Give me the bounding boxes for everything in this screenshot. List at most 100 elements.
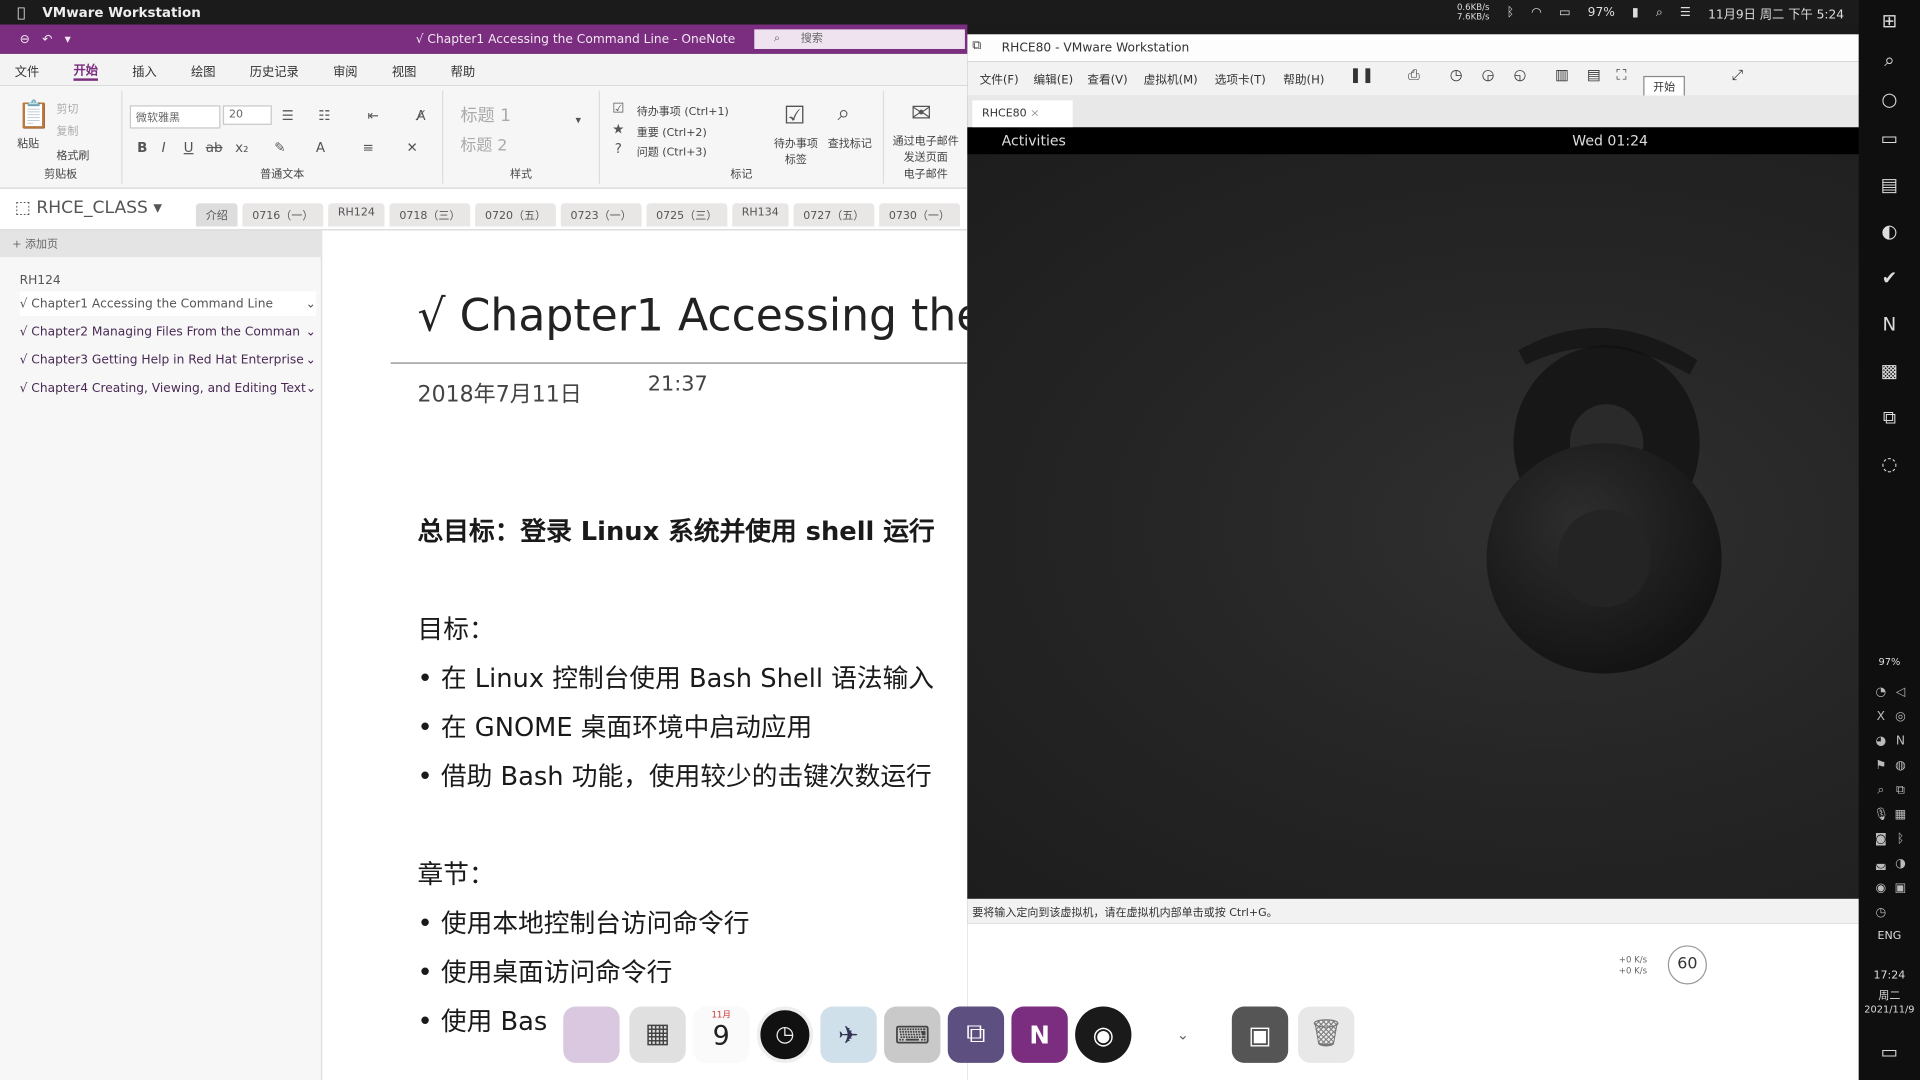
highlight-icon[interactable]: ✎	[274, 140, 285, 156]
note-line[interactable]: • 使用 Bas	[418, 1002, 548, 1039]
guest-desktop[interactable]	[967, 154, 1859, 899]
page-item[interactable]: √ Chapter4 Creating, Viewing, and Editin…	[20, 376, 316, 400]
strikethrough-button[interactable]: ab	[206, 140, 223, 156]
restore-snapshot-icon[interactable]: ◶	[1482, 66, 1495, 83]
x-icon[interactable]: X	[1873, 710, 1888, 725]
chevron-down-icon[interactable]: ⌄	[306, 353, 316, 366]
section-tab[interactable]: 0730（一）	[879, 203, 960, 227]
search-tray-icon[interactable]: ⌕	[1873, 784, 1888, 799]
vmware-taskbar-icon[interactable]: ⧉	[1877, 407, 1901, 431]
apple-icon[interactable]: 	[17, 4, 25, 20]
copy-button[interactable]: 复制	[56, 122, 78, 138]
battery-icon[interactable]: ▮	[1632, 6, 1639, 19]
paste-icon[interactable]: 📋	[17, 100, 51, 131]
stretch-icon[interactable]: ⤢	[1731, 66, 1743, 84]
onenote-taskbar-icon[interactable]: N	[1877, 313, 1901, 337]
font-name-select[interactable]: 微软雅黑	[129, 105, 221, 129]
bluetooth-icon[interactable]: ᛒ	[1507, 6, 1514, 19]
page-item[interactable]: √ Chapter1 Accessing the Command Line ⌄	[19, 291, 316, 316]
styles-scroll-icon[interactable]: ▾	[576, 115, 582, 127]
page-title[interactable]: √ Chapter1 Accessing the	[418, 291, 968, 341]
undo-icon[interactable]: ↶	[42, 32, 52, 45]
section-tab[interactable]: 0718（三）	[389, 203, 471, 227]
wechat-icon[interactable]: ◕	[1873, 735, 1888, 750]
vmware-dock-icon[interactable]: ⧉	[947, 1006, 1005, 1063]
tray-icon[interactable]: ◎	[1893, 710, 1908, 725]
thumbnail-view-icon[interactable]: ▤	[1587, 66, 1601, 83]
onenote-tray-icon[interactable]: N	[1893, 735, 1908, 750]
menu-vm[interactable]: 虚拟机(M)	[1144, 70, 1198, 86]
launchpad-icon[interactable]: ▦	[629, 1006, 686, 1063]
send-ctrl-alt-del-icon[interactable]: ⎙	[1408, 66, 1420, 84]
note-line[interactable]: • 在 GNOME 桌面环境中启动应用	[418, 708, 813, 745]
finder-icon[interactable]	[563, 1006, 620, 1063]
active-app-name[interactable]: VMware Workstation	[42, 4, 201, 20]
copy-tray-icon[interactable]: ⧉	[1893, 784, 1908, 799]
app-icon[interactable]: ▩	[1877, 360, 1901, 384]
page-item[interactable]: √ Chapter2 Managing Files From the Comma…	[20, 320, 316, 344]
cortana-icon[interactable]: ○	[1877, 88, 1901, 112]
bold-button[interactable]: B	[137, 140, 147, 156]
cut-button[interactable]: 剪切	[56, 100, 78, 116]
qat-dropdown-icon[interactable]: ▾	[65, 32, 71, 45]
tray-icon[interactable]: ▣	[1893, 882, 1908, 897]
screen-recorder-icon[interactable]: ▣	[1231, 1006, 1289, 1063]
bookmark-icon[interactable]: ⚑	[1873, 759, 1888, 774]
bluetooth-icon[interactable]: ᛒ	[1893, 833, 1908, 848]
section-tab[interactable]: RH124	[328, 203, 385, 227]
tab-insert[interactable]: 插入	[132, 61, 156, 79]
question-tag[interactable]: 问题 (Ctrl+3)	[637, 143, 707, 159]
todo-tag-icon[interactable]: ☑	[784, 100, 806, 129]
task-view-icon[interactable]: ▭	[1877, 127, 1901, 151]
chevron-down-icon[interactable]: ⌄	[1171, 1007, 1195, 1063]
chevron-down-icon[interactable]: ⌄	[306, 325, 316, 338]
page-item[interactable]: √ Chapter3 Getting Help in Red Hat Enter…	[20, 348, 316, 372]
numbering-icon[interactable]: ☷	[318, 108, 330, 124]
tray-icon[interactable]: ◍	[1893, 759, 1908, 774]
snapshot-icon[interactable]: ◷	[1450, 66, 1463, 83]
find-tags-button[interactable]: 查找标记	[828, 135, 872, 150]
note-line[interactable]: 章节：	[418, 855, 495, 892]
input-language[interactable]: ENG	[1859, 931, 1920, 943]
tab-history[interactable]: 历史记录	[250, 61, 299, 79]
tab-help[interactable]: 帮助	[451, 61, 475, 79]
todo-tag[interactable]: 待办事项 (Ctrl+1)	[637, 103, 729, 119]
pause-icon[interactable]: ❚❚	[1349, 66, 1374, 83]
menu-view[interactable]: 查看(V)	[1087, 70, 1127, 86]
tab-draw[interactable]: 绘图	[191, 61, 215, 79]
display-icon[interactable]: ▭	[1559, 6, 1571, 19]
control-center-icon[interactable]: ☰	[1680, 6, 1691, 19]
tab-file[interactable]: 文件	[15, 61, 39, 79]
taskbar-clock[interactable]: 17:24	[1859, 970, 1920, 982]
page-canvas[interactable]: √ Chapter1 Accessing the 2018年7月11日 21:3…	[322, 230, 968, 1080]
todo-tag-button[interactable]: 待办事项标签	[771, 135, 820, 166]
fullscreen-icon[interactable]: ⛶	[1616, 66, 1626, 84]
trash-icon[interactable]: 🗑	[1297, 1006, 1355, 1063]
style-heading1[interactable]: 标题 1	[460, 103, 511, 127]
onenote-dock-icon[interactable]: N	[1011, 1006, 1068, 1063]
paste-label[interactable]: 粘贴	[17, 135, 39, 150]
menubar-clock[interactable]: 11月9日 周二 下午 5:24	[1708, 3, 1844, 21]
search-icon[interactable]: ⌕	[1656, 6, 1663, 19]
app-icon[interactable]: ◐	[1877, 220, 1901, 244]
tab-view[interactable]: 视图	[392, 61, 416, 79]
bullets-icon[interactable]: ☰	[282, 108, 294, 124]
mail-bird-icon[interactable]: ✈	[820, 1006, 877, 1063]
volume-icon[interactable]: ◁	[1893, 686, 1908, 701]
tab-home[interactable]: 开始	[73, 59, 98, 81]
indent-icon[interactable]: ⇤	[367, 108, 378, 124]
wifi-icon[interactable]: ◠	[1531, 6, 1542, 19]
obs-taskbar-icon[interactable]: ◌	[1877, 453, 1901, 477]
chevron-down-icon[interactable]: ⌄	[306, 297, 316, 310]
calendar-icon[interactable]: 11月 9	[693, 1006, 750, 1063]
clear-format-icon[interactable]: A̸	[416, 108, 425, 124]
font-color-icon[interactable]: A	[316, 140, 325, 156]
tray-icon[interactable]: ◉	[1873, 882, 1888, 897]
tray-icon[interactable]: ◔	[1873, 686, 1888, 701]
add-page-button[interactable]: + 添加页	[0, 230, 323, 258]
section-tab[interactable]: 0727（五）	[793, 203, 875, 227]
section-tab[interactable]: 0723（一）	[560, 203, 642, 227]
menu-tabs[interactable]: 选项卡(T)	[1215, 70, 1266, 86]
app-icon[interactable]: ▤	[1877, 174, 1901, 198]
menu-file[interactable]: 文件(F)	[980, 70, 1019, 86]
